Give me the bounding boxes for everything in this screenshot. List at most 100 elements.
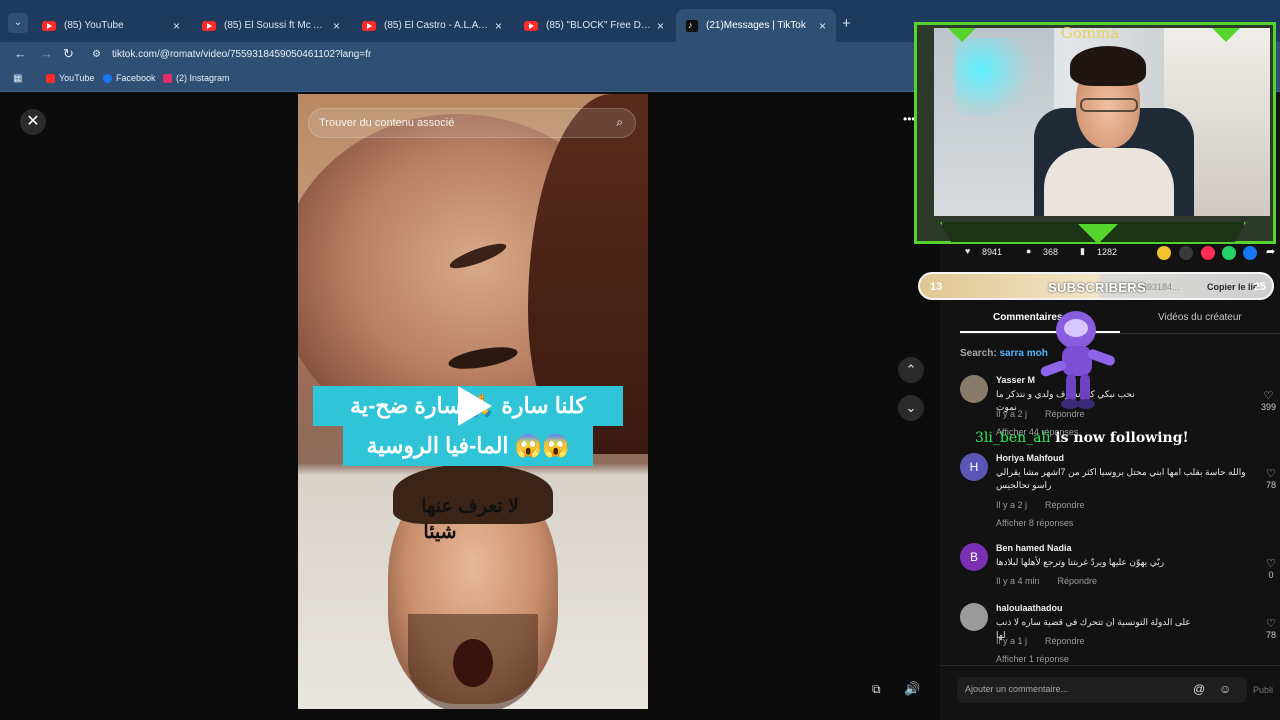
show-replies-button[interactable]: Afficher 8 réponses [996,518,1073,528]
tab-label: (85) "BLOCK" Free Drill Hard Tr [546,20,651,31]
tab-tiktok[interactable]: (21)Messages | TikTok × [676,9,836,42]
avatar[interactable]: B [960,543,988,571]
comment-meta: Il y a 2 j Répondre [996,500,1085,510]
reload-icon[interactable]: ↻ [63,46,74,62]
emoji-share-icon[interactable] [1157,246,1171,260]
webcam-feed [934,28,1270,216]
heart-icon: ♡ [1266,468,1276,480]
previous-video-button[interactable]: ⌃ [898,357,924,383]
video-subtitle-line2: شيئا [423,522,457,543]
stream-brand: Gomma [1060,24,1120,42]
close-icon[interactable]: × [657,19,664,33]
apps-icon[interactable]: ▦ [13,73,22,84]
comment-like-count: 78 [1265,630,1276,640]
post-comment-button[interactable]: Publi [1253,685,1273,695]
more-options-icon[interactable]: ••• [903,112,916,126]
comment-input[interactable]: Ajouter un commentaire... @ ☺ [957,677,1247,703]
comment-like-count: 0 [1268,570,1274,580]
related-content-search[interactable]: Trouver du contenu associé ⌕ [308,108,636,138]
copy-link-button[interactable]: Copier le lie [1207,282,1258,292]
astronaut-leg [1066,374,1076,402]
youtube-icon [42,20,56,31]
avatar[interactable]: H [960,453,988,481]
comment-author[interactable]: Ben hamed Nadia [996,543,1072,553]
bookmark-label: Facebook [116,73,156,83]
webcam-top-chevron-icon [1212,28,1240,42]
comment-input-placeholder: Ajouter un commentaire... [965,684,1069,694]
comment-like-button[interactable]: ♡ 0 [1266,557,1276,580]
tab-label: (85) El Castro - A.L.A - Rules / ... [384,20,489,31]
webcam-top-chevron-icon [948,28,976,42]
comment-text: والله حاسة بقلب امها ابني محتل بروسيا اك… [996,467,1246,490]
comment-like-button[interactable]: ♡ 78 [1266,467,1276,490]
comment-author[interactable]: Horiya Mahfoud [996,453,1064,463]
astronaut-leg [1080,374,1090,402]
comment-author[interactable]: Yasser M [996,375,1035,385]
youtube-icon [46,73,55,83]
new-tab-button[interactable]: + [842,15,851,32]
comment-like-count: 399 [1260,402,1276,412]
subscriber-label: SUBSCRIBERS [1048,280,1146,295]
emoji-icon[interactable]: ☺ [1219,682,1231,696]
close-icon[interactable]: ✕ [20,109,46,135]
avatar[interactable] [960,375,988,403]
picture-in-picture-icon[interactable]: ⧉ [872,682,881,697]
whatsapp-icon[interactable] [1222,246,1236,260]
tab-search-button[interactable]: ⌄ [8,13,28,33]
show-replies-button[interactable]: Afficher 1 réponse [996,654,1069,664]
tab-el-soussi[interactable]: (85) El Soussi ft Mc Artisan - Ke × [192,9,350,42]
share-arrow-icon[interactable]: ➦ [1266,245,1275,258]
bookmark-facebook[interactable]: Facebook [103,73,156,83]
next-video-button[interactable]: ⌄ [898,395,924,421]
follow-alert-user: 3li_ben_ali [975,430,1051,446]
tab-creator-videos[interactable]: Vidéos du créateur [1158,312,1242,323]
likes-stat[interactable]: ♥ 8941 [965,246,1002,258]
search-icon[interactable]: ⌕ [616,115,623,130]
send-icon[interactable] [1201,246,1215,260]
comments-stat[interactable]: ● 368 [1026,246,1058,258]
comments-count: 368 [1043,247,1059,257]
bookmark-instagram[interactable]: (2) Instagram [163,73,230,83]
reply-button[interactable]: Répondre [1058,576,1098,586]
subscriber-goal-bar: 13 75593184... Copier le lie SUBSCRIBERS… [918,272,1274,300]
astronaut-visor [1064,319,1088,337]
shares-count: 1282 [1097,247,1118,257]
close-icon[interactable]: × [819,19,826,33]
forward-icon[interactable]: → [40,46,53,61]
youtube-icon [362,20,376,31]
address-bar[interactable]: tiktok.com/@romatv/video/755931845905046… [112,49,371,60]
close-icon[interactable]: × [173,19,180,33]
site-info-icon[interactable]: ⚙ [92,49,101,60]
tab-el-castro[interactable]: (85) El Castro - A.L.A - Rules / ... × [352,9,512,42]
back-icon[interactable]: ← [14,46,27,61]
play-icon[interactable] [458,386,492,426]
tab-label: (21)Messages | TikTok [706,20,806,31]
comment-item: H Horiya Mahfoud والله حاسة بقلب امها اب… [960,453,1280,533]
bookmark-youtube[interactable]: YouTube [46,73,94,83]
youtube-icon [202,20,216,31]
likes-count: 8941 [982,247,1003,257]
tab-youtube[interactable]: (85) YouTube × [32,9,190,42]
comment-search[interactable]: Search: sarra moh [960,348,1048,359]
reply-button[interactable]: Répondre [1045,636,1085,646]
comment-item: B Ben hamed Nadia ربّي يهوّن عليها ويردّ… [960,543,1280,593]
avatar[interactable] [960,603,988,631]
shares-stat[interactable]: ▮ 1282 [1080,246,1117,258]
comment-time: Il y a 2 j [996,409,1028,419]
tab-block[interactable]: (85) "BLOCK" Free Drill Hard Tr × [514,9,674,42]
facebook-icon [103,73,112,83]
reply-button[interactable]: Répondre [1045,500,1085,510]
heart-icon: ♡ [1266,558,1276,570]
close-icon[interactable]: × [333,19,340,33]
close-icon[interactable]: × [495,19,502,33]
tab-label: (85) YouTube [64,20,124,31]
comment-like-button[interactable]: ♡ 399 [1261,389,1276,412]
volume-icon[interactable]: 🔊 [904,681,920,697]
embed-icon[interactable] [1179,246,1193,260]
facebook-icon[interactable] [1243,246,1257,260]
search-placeholder: Trouver du contenu associé [319,117,455,129]
comment-author[interactable]: haloulaathadou [996,603,1063,613]
webcam-bottom-chevron-icon [1078,224,1118,244]
mention-icon[interactable]: @ [1193,682,1205,696]
comment-like-button[interactable]: ♡ 78 [1266,617,1276,640]
